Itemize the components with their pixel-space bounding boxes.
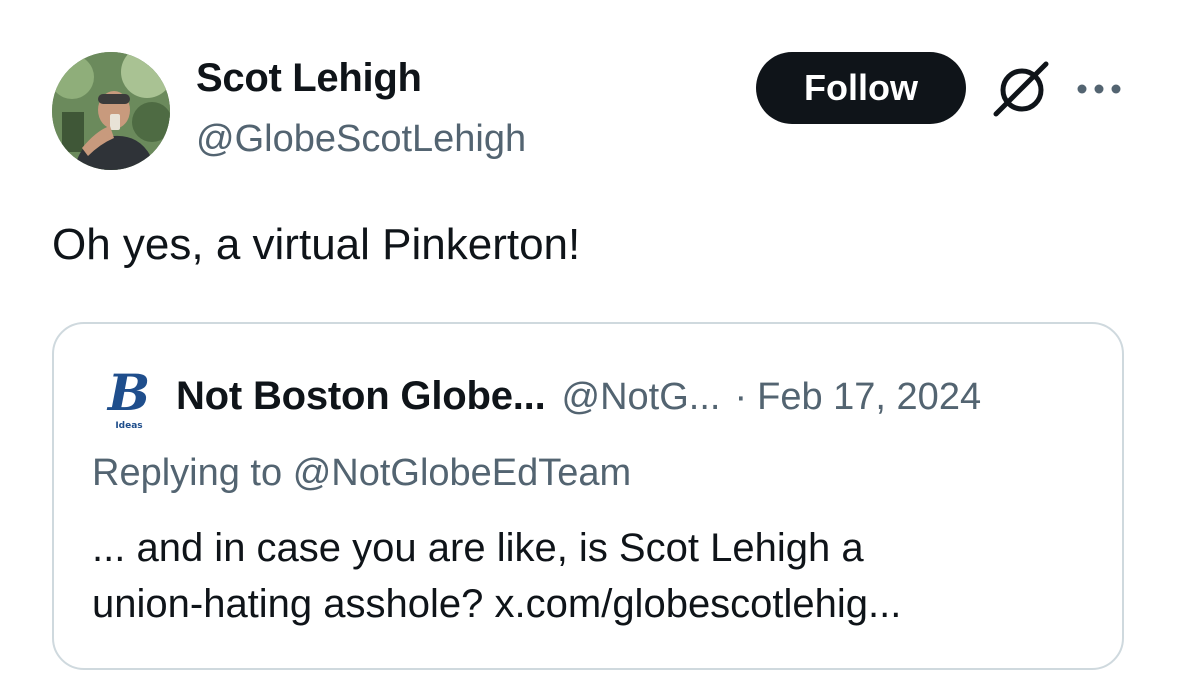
more-options-icon[interactable]: [1074, 74, 1124, 104]
author-handle[interactable]: @GlobeScotLehigh: [196, 118, 526, 161]
author-avatar[interactable]: [52, 52, 170, 170]
tweet-text: Oh yes, a virtual Pinkerton!: [52, 220, 581, 269]
quoted-tweet-date[interactable]: Feb 17, 2024: [757, 376, 981, 419]
grok-icon[interactable]: [988, 58, 1052, 122]
boston-globe-ideas-logo-icon: B Ideas: [104, 363, 154, 432]
follow-button[interactable]: Follow: [756, 52, 966, 124]
quoted-author-handle[interactable]: @NotG...: [562, 376, 721, 419]
quoted-author-name[interactable]: Not Boston Globe...: [176, 374, 546, 419]
header-separator: ·: [734, 376, 748, 418]
replying-prefix: Replying to: [92, 452, 283, 494]
replying-to-line: Replying to @NotGlobeEdTeam: [92, 452, 631, 495]
replying-to-handle[interactable]: @NotGlobeEdTeam: [293, 452, 632, 494]
logo-caption: Ideas: [115, 421, 142, 431]
logo-letter: B: [106, 368, 150, 422]
avatar-photo: [52, 52, 170, 170]
quoted-tweet-card[interactable]: B Ideas Not Boston Globe... @NotG... · F…: [52, 322, 1124, 670]
quoted-tweet-text: ... and in case you are like, is Scot Le…: [92, 520, 1092, 632]
quoted-text-line-2: union-hating asshole? x.com/globescotleh…: [92, 582, 902, 626]
quoted-text-line-1: ... and in case you are like, is Scot Le…: [92, 526, 864, 570]
quoted-tweet-header: Not Boston Globe... @NotG... · Feb 17, 2…: [176, 374, 981, 419]
author-display-name[interactable]: Scot Lehigh: [196, 56, 422, 101]
